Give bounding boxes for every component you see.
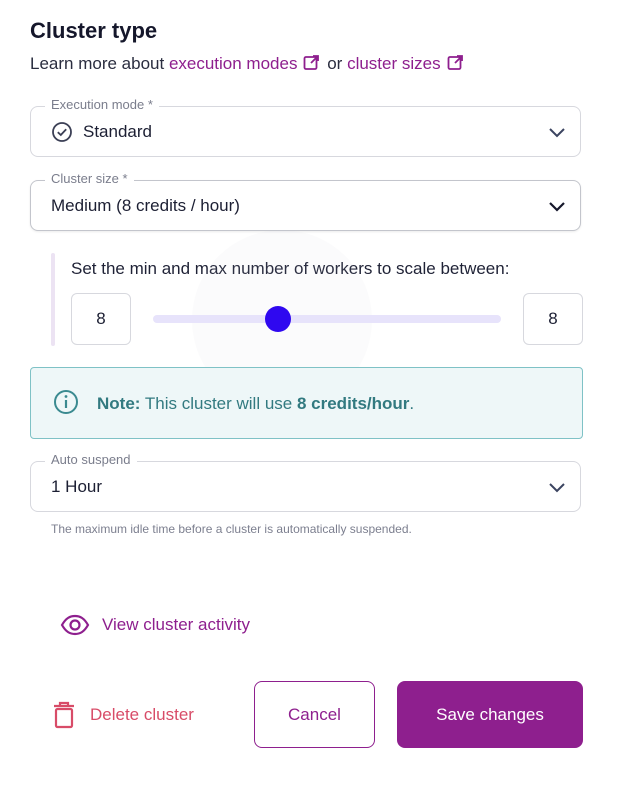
cancel-button[interactable]: Cancel — [254, 681, 375, 748]
or-text: or — [327, 54, 343, 73]
note-body: This cluster will use — [144, 394, 293, 413]
info-icon — [53, 389, 79, 420]
note-prefix: Note: — [97, 394, 141, 413]
trash-icon[interactable] — [52, 701, 76, 729]
execution-modes-link-text[interactable]: execution modes — [169, 54, 298, 73]
view-cluster-activity-label[interactable]: View cluster activity — [102, 615, 250, 635]
note-suffix: . — [409, 394, 415, 413]
max-workers-input[interactable]: 8 — [523, 293, 583, 345]
auto-suspend-select[interactable]: Auto suspend 1 Hour — [30, 452, 581, 512]
range-section-accent — [51, 253, 55, 346]
learn-more-line: Learn more about execution modes or clus… — [30, 54, 466, 76]
check-circle-icon — [51, 121, 73, 148]
min-workers-input[interactable]: 8 — [71, 293, 131, 345]
delete-cluster-button[interactable]: Delete cluster — [52, 701, 194, 729]
eye-icon[interactable] — [60, 614, 90, 636]
execution-mode-label: Execution mode * — [45, 97, 159, 112]
workers-slider-track[interactable] — [153, 315, 501, 323]
execution-mode-value: Standard — [83, 122, 152, 141]
page-title: Cluster type — [30, 18, 158, 43]
chevron-down-icon[interactable] — [548, 198, 566, 219]
cluster-size-select[interactable]: Cluster size * Medium (8 credits / hour) — [30, 171, 581, 231]
auto-suspend-value: 1 Hour — [51, 477, 103, 496]
save-changes-button[interactable]: Save changes — [397, 681, 583, 748]
cluster-size-label: Cluster size * — [45, 171, 134, 186]
execution-modes-link[interactable]: execution modes — [169, 54, 327, 73]
execution-mode-select[interactable]: Execution mode * Standard — [30, 97, 581, 157]
external-link-icon[interactable] — [447, 54, 464, 76]
cluster-size-value: Medium (8 credits / hour) — [51, 196, 240, 215]
note-credits: 8 credits/hour — [296, 394, 410, 413]
view-cluster-activity-link[interactable]: View cluster activity — [60, 614, 250, 636]
delete-cluster-label[interactable]: Delete cluster — [90, 705, 194, 725]
external-link-icon[interactable] — [303, 54, 320, 76]
note-text: Note: This cluster will use 8 credits/ho… — [97, 394, 414, 414]
learn-more-prefix: Learn more about — [30, 54, 165, 73]
auto-suspend-label: Auto suspend — [45, 452, 137, 467]
chevron-down-icon[interactable] — [548, 479, 566, 500]
cluster-sizes-link-text[interactable]: cluster sizes — [347, 54, 441, 73]
credits-note: Note: This cluster will use 8 credits/ho… — [30, 367, 583, 439]
auto-suspend-help: The maximum idle time before a cluster i… — [51, 522, 412, 536]
cluster-sizes-link[interactable]: cluster sizes — [347, 54, 466, 73]
chevron-down-icon[interactable] — [548, 124, 566, 145]
